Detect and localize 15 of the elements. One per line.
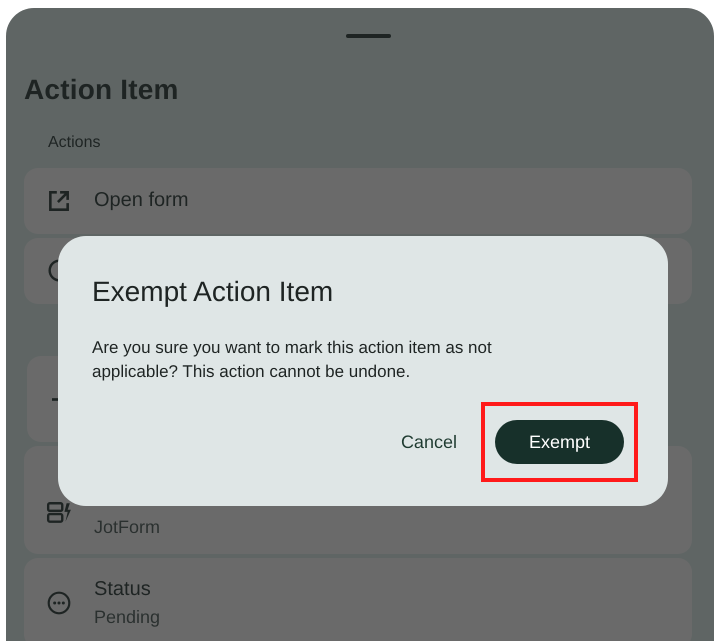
dialog-message: Are you sure you want to mark this action item as not applicable? This action cannot be undone. — [92, 337, 493, 383]
arc-icon — [48, 259, 59, 282]
cancel-button[interactable]: Cancel — [388, 422, 469, 462]
section-label: Actions — [48, 134, 102, 152]
info-value: Pending — [94, 607, 160, 628]
info-label: Status — [94, 578, 152, 601]
action-label: Open form — [94, 189, 188, 212]
info-value: JotForm — [94, 517, 160, 538]
server-bolt-icon — [46, 500, 72, 526]
confirm-button[interactable]: Exempt — [494, 420, 624, 464]
more-circle-icon — [46, 590, 72, 616]
sheet-title: Action Item — [24, 74, 180, 106]
drag-handle[interactable] — [346, 34, 390, 38]
dash-icon — [52, 398, 61, 400]
dialog-title: Exempt Action Item — [92, 276, 334, 308]
